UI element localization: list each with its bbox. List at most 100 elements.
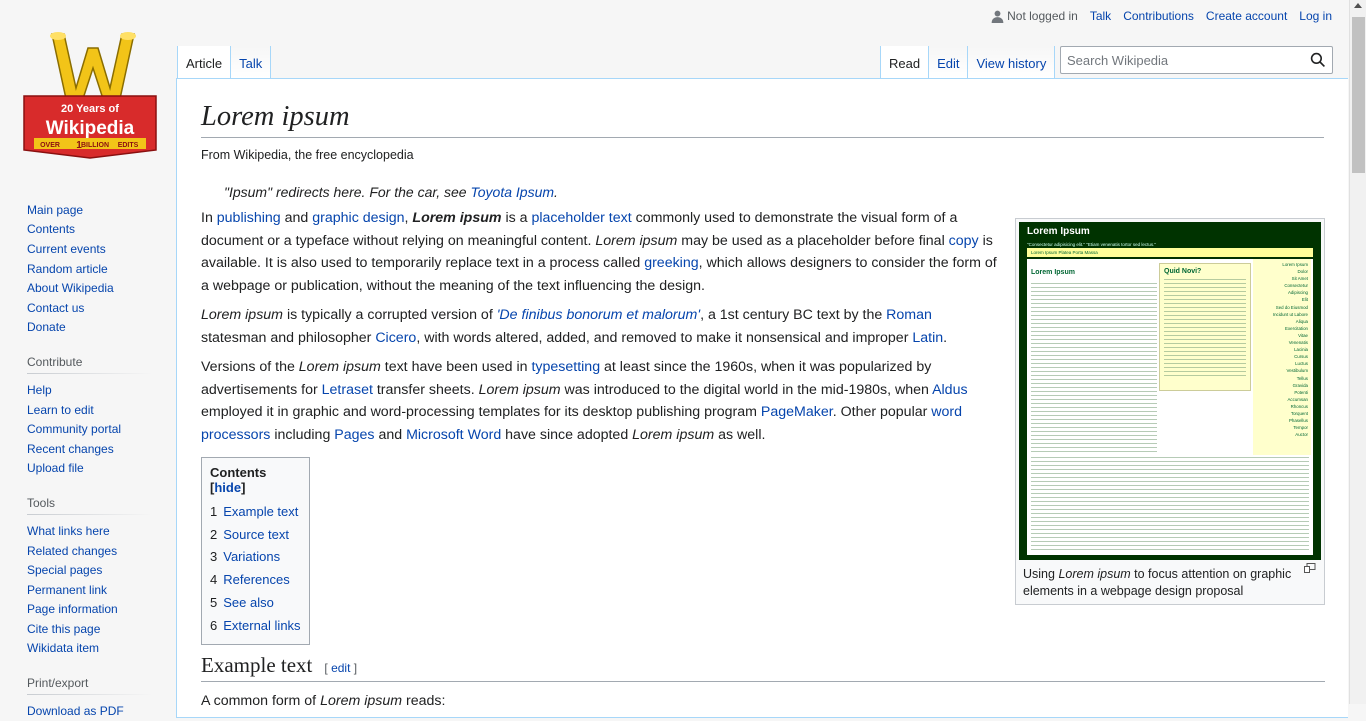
- tab-view-history[interactable]: View history: [968, 46, 1056, 78]
- section-first-line: A common form of Lorem ipsum reads:: [201, 693, 446, 709]
- mockup-side-menu-item: Gravida: [1292, 382, 1308, 388]
- sidebar-item-donate[interactable]: Donate: [27, 320, 66, 334]
- mockup-side-menu-item: Elit: [1301, 297, 1308, 303]
- sidebar-item-learn-to-edit[interactable]: Learn to edit: [27, 403, 94, 417]
- enlarge-icon[interactable]: [1304, 563, 1316, 573]
- sidebar-item-community-portal[interactable]: Community portal: [27, 422, 121, 436]
- tools-heading: Tools: [27, 496, 151, 516]
- search-input[interactable]: Search Wikipedia: [1060, 46, 1333, 74]
- contributions-link[interactable]: Contributions: [1123, 9, 1194, 23]
- toc-item[interactable]: 4 References: [210, 569, 301, 592]
- log-in-link[interactable]: Log in: [1299, 9, 1332, 23]
- sidebar-item-recent-changes[interactable]: Recent changes: [27, 442, 114, 456]
- svg-text:BILLION: BILLION: [81, 142, 109, 149]
- talk-link[interactable]: Talk: [1090, 9, 1111, 23]
- wikipedia-logo[interactable]: 20 Years of Wikipedia OVER 1 BILLION EDI…: [20, 26, 160, 166]
- section-edit-link[interactable]: edit: [331, 661, 350, 675]
- mockup-side-menu-item: Accumsan: [1287, 396, 1309, 402]
- mockup-side-menu: Lorem Ipsum Dolor Sit Amet Consectetur Adipi…: [1253, 259, 1311, 455]
- svg-text:EDITS: EDITS: [118, 142, 139, 149]
- search-placeholder: Search Wikipedia: [1067, 53, 1169, 68]
- sidebar-item-special-pages[interactable]: Special pages: [27, 563, 102, 577]
- paragraph-2: Lorem ipsum is typically a corrupted ver…: [201, 307, 948, 346]
- mockup-side-menu-item: Cursus: [1294, 354, 1308, 360]
- sidebar-item-permanent-link[interactable]: Permanent link: [27, 583, 107, 597]
- sidebar-item-main-page[interactable]: Main page: [27, 203, 83, 217]
- sidebar-item-related-changes[interactable]: Related changes: [27, 544, 117, 558]
- scrollbar[interactable]: [1349, 0, 1366, 704]
- toc-title: Contents [hide]: [210, 465, 267, 495]
- cicero-link[interactable]: Cicero: [375, 330, 416, 346]
- scroll-up-arrow-icon[interactable]: [1354, 3, 1362, 8]
- scrollbar-thumb[interactable]: [1352, 17, 1365, 173]
- toc-item[interactable]: 1 Example text: [210, 501, 301, 524]
- placeholder-text-link[interactable]: placeholder text: [531, 210, 631, 226]
- tab-read[interactable]: Read: [880, 46, 930, 78]
- mockup-side-menu-item: Exercitation: [1285, 325, 1308, 331]
- lorem-ipsum-web-mockup-image[interactable]: Lorem Ipsum "Consectetur adipisicing eli…: [1019, 222, 1321, 560]
- aldus-link[interactable]: Aldus: [932, 382, 968, 398]
- sidebar-item-random-article[interactable]: Random article: [27, 262, 108, 276]
- mockup-lower-text: [1031, 457, 1309, 551]
- page-title: Lorem ipsum: [201, 99, 1324, 138]
- pages-link[interactable]: Pages: [334, 427, 374, 443]
- mockup-side-menu-item: Consectetur: [1284, 283, 1308, 289]
- user-icon: [991, 10, 1004, 23]
- copy-link[interactable]: copy: [949, 233, 979, 249]
- sidebar-item-cite-this-page[interactable]: Cite this page: [27, 622, 100, 636]
- mockup-side-menu-item: Tempor: [1293, 425, 1308, 431]
- mockup-side-menu-item: Potenti: [1294, 389, 1308, 395]
- contribute-heading: Contribute: [27, 355, 151, 375]
- mockup-side-menu-item: Torquent: [1290, 410, 1308, 416]
- mockup-side-menu-item: Dolor: [1297, 269, 1309, 275]
- sidebar-item-page-information[interactable]: Page information: [27, 602, 118, 616]
- mockup-side-menu-item: Rhoncus: [1290, 403, 1308, 409]
- thumbnail-figure: Lorem Ipsum "Consectetur adipisicing eli…: [1015, 218, 1325, 605]
- table-of-contents: Contents [hide] 1 Example text 2 Source te…: [201, 457, 310, 646]
- publishing-link[interactable]: publishing: [217, 210, 281, 226]
- toc-item[interactable]: 6 External links: [210, 615, 301, 638]
- toc-item[interactable]: 2 Source text: [210, 524, 301, 547]
- mockup-side-menu-item: Aliqua: [1295, 318, 1308, 324]
- tab-article[interactable]: Article: [177, 46, 232, 78]
- tab-edit[interactable]: Edit: [929, 46, 969, 78]
- not-logged-in-label: Not logged in: [1007, 9, 1078, 23]
- pagemaker-link[interactable]: PageMaker: [761, 404, 833, 420]
- mockup-news-box: Quid Novi?: [1159, 263, 1251, 391]
- mockup-nav: Lorem Ipsum Platea Porta Massa: [1027, 248, 1313, 257]
- sidebar-item-current-events[interactable]: Current events: [27, 242, 106, 256]
- sidebar-item-upload-file[interactable]: Upload file: [27, 461, 84, 475]
- mockup-main-heading: Lorem Ipsum: [1031, 269, 1075, 276]
- roman-link[interactable]: Roman: [886, 307, 932, 323]
- sidebar-item-wikidata-item[interactable]: Wikidata item: [27, 641, 99, 655]
- mockup-side-menu-item: Incidunt ut Labore: [1272, 311, 1308, 317]
- toc-hide-link[interactable]: hide: [214, 480, 241, 495]
- search-icon[interactable]: [1310, 52, 1326, 68]
- create-account-link[interactable]: Create account: [1206, 9, 1287, 23]
- mockup-side-menu-item: Sed do Eiusmod: [1275, 304, 1308, 310]
- site-subtitle: From Wikipedia, the free encyclopedia: [201, 148, 414, 162]
- toyota-ipsum-link[interactable]: Toyota Ipsum: [470, 184, 554, 200]
- sidebar-item-download-pdf[interactable]: Download as PDF: [27, 704, 124, 718]
- tab-talk[interactable]: Talk: [231, 46, 272, 78]
- mockup-page: Lorem Ipsum Quid Novi? Lorem Ipsum Dolor S…: [1027, 259, 1313, 555]
- de-finibus-link[interactable]: 'De finibus bonorum et malorum': [497, 307, 700, 323]
- latin-link[interactable]: Latin: [912, 330, 943, 346]
- namespace-tabs: Article Talk: [177, 46, 272, 78]
- sidebar-item-what-links-here[interactable]: What links here: [27, 524, 110, 538]
- typesetting-link[interactable]: typesetting: [531, 359, 600, 375]
- paragraph-3: Versions of the Lorem ipsum text have be…: [201, 359, 968, 443]
- mockup-quote: "Consectetur adipisicing elit." "Etiam v…: [1027, 242, 1156, 247]
- svg-text:Wikipedia: Wikipedia: [46, 118, 135, 139]
- sidebar-item-contact-us[interactable]: Contact us: [27, 301, 84, 315]
- greeking-link[interactable]: greeking: [644, 255, 698, 271]
- graphic-design-link[interactable]: graphic design: [312, 210, 404, 226]
- toc-item[interactable]: 5 See also: [210, 592, 301, 615]
- toc-item[interactable]: 3 Variations: [210, 546, 301, 569]
- letraset-link[interactable]: Letraset: [322, 382, 373, 398]
- sidebar-item-contents[interactable]: Contents: [27, 222, 75, 236]
- mockup-side-menu-item: Vestibulum: [1286, 368, 1308, 374]
- sidebar-item-about-wikipedia[interactable]: About Wikipedia: [27, 281, 114, 295]
- microsoft-word-link[interactable]: Microsoft Word: [406, 427, 501, 443]
- sidebar-item-help[interactable]: Help: [27, 383, 52, 397]
